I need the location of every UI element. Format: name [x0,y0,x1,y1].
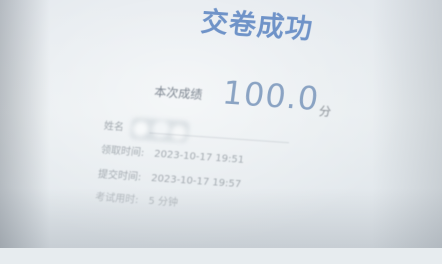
score-value: 100.0 [220,73,322,119]
submit-time-label: 提交时间: [97,169,142,183]
info-row-receive-time: 领取时间: 2023-10-17 19:51 [100,141,245,166]
duration-label: 考试用时: [94,191,140,206]
info-row-duration: 考试用时: 5 分钟 [94,188,179,209]
duration-value: 5 分钟 [147,195,179,209]
score-unit: 分 [318,104,332,120]
info-row-submit-time: 提交时间: 2023-10-17 19:57 [97,165,242,190]
score-label: 本次成绩 [153,84,204,103]
name-label: 姓名 [103,121,125,134]
exam-result-screen: 交卷成功 本次成绩 100.0 分 姓名 领取时间: 2023-10-17 19:… [0,0,442,264]
receive-time-value: 2023-10-17 19:51 [153,148,245,167]
info-row-name: 姓名 [103,115,191,144]
redacted-name [129,117,191,144]
submit-time-value: 2023-10-17 19:57 [150,172,242,190]
page-title: 交卷成功 [199,6,315,46]
receive-time-label: 领取时间: [100,145,145,160]
